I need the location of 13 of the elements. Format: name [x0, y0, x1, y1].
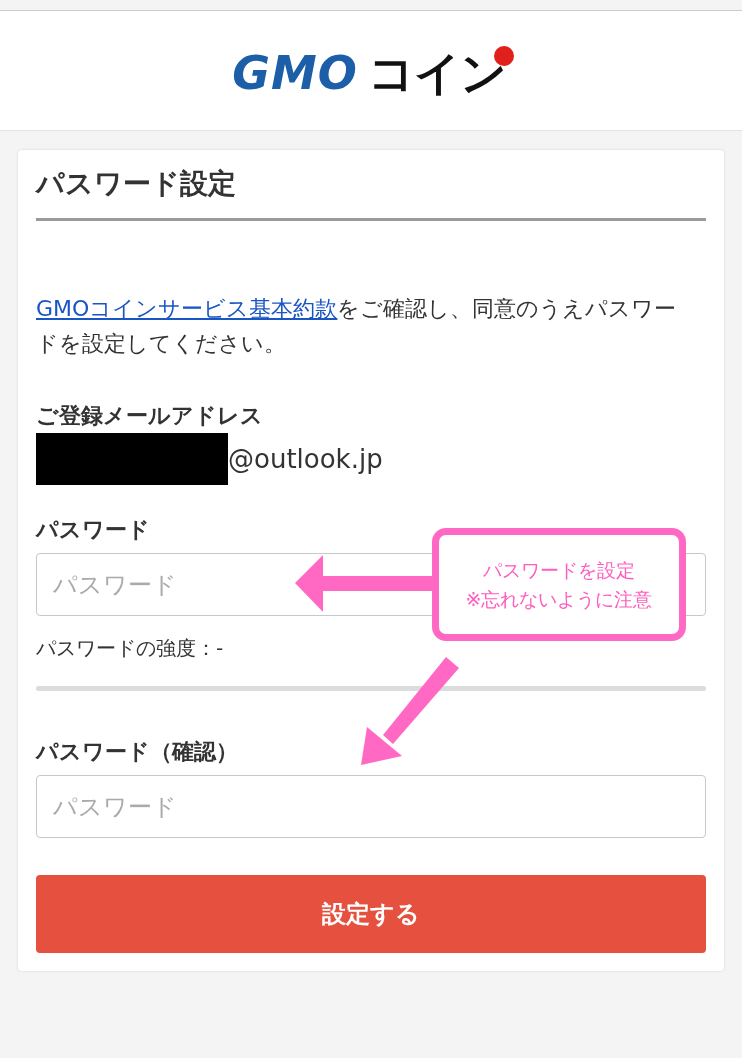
logo: GMO コイン — [226, 44, 516, 102]
intro-text: GMOコインサービス基本約款をご確認し、同意のうえパスワードを設定してください。 — [36, 295, 678, 358]
strength-label: パスワードの強度：- — [36, 635, 225, 662]
callout-text: ※忘れないように注意 — [465, 586, 653, 612]
email-domain: @outlook.jp — [228, 444, 383, 474]
terms-link[interactable]: GMOコインサービス基本約款 — [36, 296, 338, 321]
email-label: ご登録メールアドレス — [36, 402, 264, 430]
page-title: パスワード設定 — [36, 164, 706, 221]
submit-button[interactable]: 設定する — [36, 875, 706, 953]
confirm-password-label: パスワード（確認） — [36, 738, 239, 766]
password-label: パスワード — [36, 516, 151, 544]
confirm-password-field[interactable]: パスワード — [36, 775, 706, 838]
callout-text: パスワードを設定 — [483, 557, 635, 583]
